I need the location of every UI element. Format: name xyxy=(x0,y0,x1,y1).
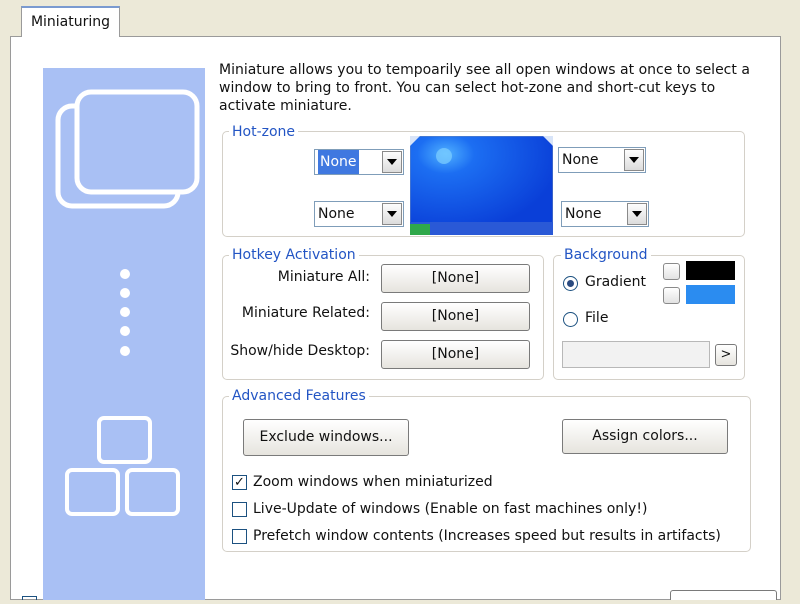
color2-checkbox[interactable] xyxy=(663,287,680,304)
hotkey-label-show-hide-desktop: Show/hide Desktop: xyxy=(230,343,370,359)
hotzone-screen-preview xyxy=(409,135,554,236)
hotzone-bottom-right-select[interactable]: None xyxy=(561,201,649,227)
prefetch-checkbox[interactable] xyxy=(232,529,247,544)
hotzone-title: Hot-zone xyxy=(229,124,299,140)
hotzone-bottom-right-value: None xyxy=(565,206,602,222)
hotzone-top-left-value: None xyxy=(318,150,359,174)
tab-miniaturing[interactable]: Miniaturing xyxy=(21,6,120,37)
check-icon: ✓ xyxy=(234,475,245,490)
file-label: File xyxy=(585,310,609,326)
zoom-windows-label: Zoom windows when miniaturized xyxy=(253,474,493,490)
hotkey-show-hide-desktop-button[interactable]: [None] xyxy=(381,340,530,369)
exclude-windows-button[interactable]: Exclude windows... xyxy=(243,419,409,456)
sidebar-illustration xyxy=(43,68,205,600)
hotzone-top-right-select[interactable]: None xyxy=(558,147,646,173)
monitor-preview-icon xyxy=(409,135,554,236)
advanced-title: Advanced Features xyxy=(229,388,369,404)
browse-file-button[interactable]: > xyxy=(715,344,737,366)
gradient-label: Gradient xyxy=(585,274,646,290)
miniature-illustration-icon xyxy=(55,89,200,516)
hotkey-label-miniature-related: Miniature Related: xyxy=(241,305,370,321)
prefetch-label: Prefetch window contents (Increases spee… xyxy=(253,528,721,544)
hotkey-miniature-related-button[interactable]: [None] xyxy=(381,302,530,331)
gradient-radio[interactable] xyxy=(563,276,578,291)
gradient-color2-swatch[interactable] xyxy=(686,285,735,304)
background-file-input[interactable] xyxy=(562,341,710,368)
hotzone-top-right-value: None xyxy=(562,152,599,168)
hotzone-bottom-left-select[interactable]: None xyxy=(314,201,404,227)
color1-checkbox[interactable] xyxy=(663,263,680,280)
chevron-down-icon[interactable] xyxy=(624,149,644,171)
background-title: Background xyxy=(561,247,651,263)
hotzone-bottom-left-value: None xyxy=(318,206,355,222)
zoom-windows-checkbox[interactable]: ✓ xyxy=(232,475,247,490)
live-update-label: Live-Update of windows (Enable on fast m… xyxy=(253,501,648,517)
assign-colors-button[interactable]: Assign colors... xyxy=(562,419,728,454)
bottom-button-partial[interactable] xyxy=(670,590,777,600)
bottom-checkbox-partial[interactable] xyxy=(22,596,37,600)
chevron-down-icon[interactable] xyxy=(382,151,402,173)
gradient-color1-swatch[interactable] xyxy=(686,261,735,280)
file-radio[interactable] xyxy=(563,312,578,327)
hotkey-label-miniature-all: Miniature All: xyxy=(277,269,370,285)
live-update-checkbox[interactable] xyxy=(232,502,247,517)
chevron-down-icon[interactable] xyxy=(627,203,647,225)
description-text: Miniature allows you to tempoarily see a… xyxy=(219,62,750,114)
hotkey-title: Hotkey Activation xyxy=(229,247,359,263)
chevron-down-icon[interactable] xyxy=(382,203,402,225)
hotzone-top-left-select[interactable]: None xyxy=(314,149,404,175)
hotkey-miniature-all-button[interactable]: [None] xyxy=(381,264,530,293)
